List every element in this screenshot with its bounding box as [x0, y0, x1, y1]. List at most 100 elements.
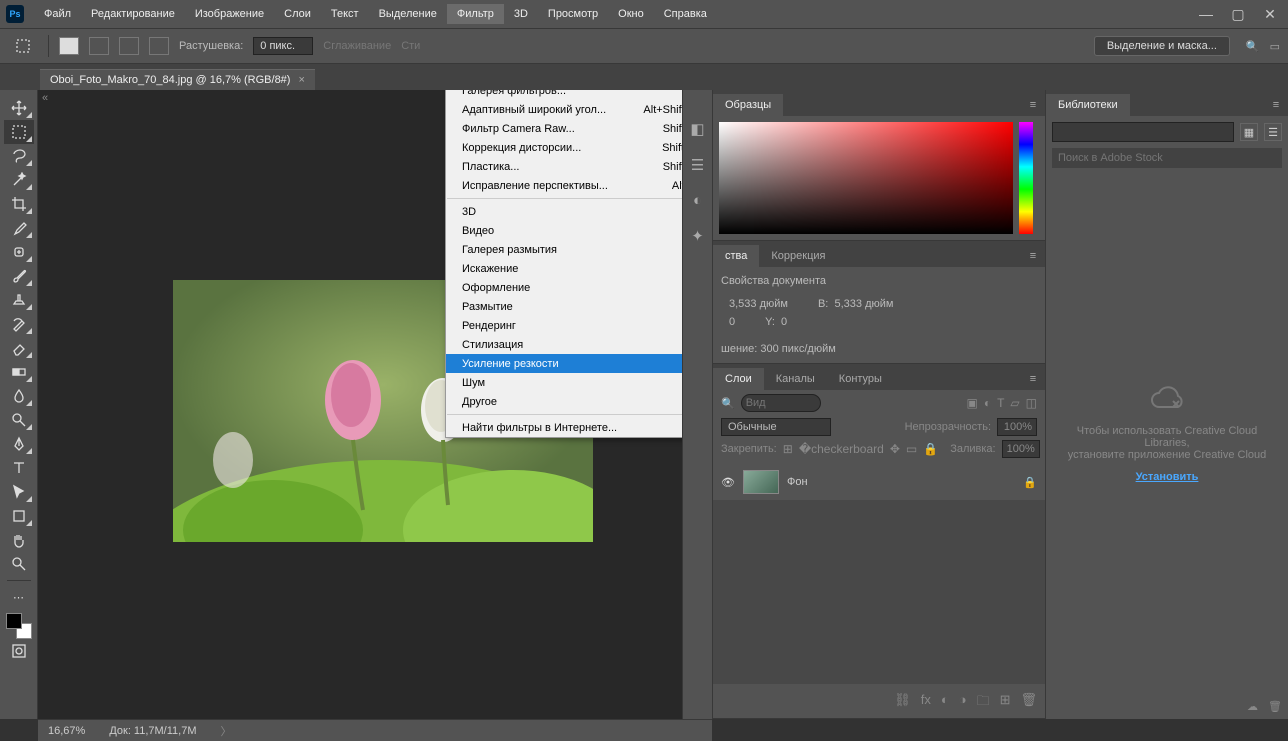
- library-select[interactable]: [1052, 122, 1234, 142]
- panel-menu-icon[interactable]: ≡: [1021, 368, 1045, 390]
- lock-icon[interactable]: 🔒: [923, 442, 938, 456]
- menu-слои[interactable]: Слои: [274, 4, 321, 24]
- collapsed-icon[interactable]: ◐: [693, 192, 702, 209]
- document-tab[interactable]: Oboi_Foto_Makro_70_84.jpg @ 16,7% (RGB/8…: [40, 69, 315, 90]
- filter-item[interactable]: Оформление▶: [446, 278, 682, 297]
- maximize-button[interactable]: ▢: [1226, 6, 1250, 23]
- collapsed-icon[interactable]: ✦: [691, 227, 704, 245]
- fill-input[interactable]: 100%: [1002, 440, 1040, 458]
- zoom-level[interactable]: 16,67%: [48, 725, 85, 737]
- selection-new-icon[interactable]: [59, 37, 79, 55]
- new-layer-icon[interactable]: ⊞: [1000, 692, 1011, 714]
- swatches-tab[interactable]: Образцы: [713, 94, 783, 116]
- feather-input[interactable]: [253, 37, 313, 55]
- adjustments-tab[interactable]: Коррекция: [759, 245, 837, 267]
- filter-item[interactable]: Размытие▶: [446, 297, 682, 316]
- filter-item[interactable]: Другое▶: [446, 392, 682, 411]
- cloud-sync-icon[interactable]: ☁: [1247, 700, 1258, 713]
- blur-tool[interactable]: [4, 384, 34, 408]
- lock-position-icon[interactable]: ✥: [890, 442, 900, 456]
- filter-item[interactable]: Адаптивный широкий угол...Alt+Shift+Ctrl…: [446, 100, 682, 119]
- panel-menu-icon[interactable]: ≡: [1021, 94, 1045, 116]
- lock-pixels-icon[interactable]: �checkerboard: [799, 442, 884, 456]
- filter-item[interactable]: Фильтр Camera Raw...Shift+Ctrl+A: [446, 119, 682, 138]
- menu-фильтр[interactable]: Фильтр: [447, 4, 504, 24]
- mask-icon[interactable]: ◐: [941, 692, 949, 714]
- filter-item[interactable]: Искажение▶: [446, 259, 682, 278]
- channels-tab[interactable]: Каналы: [764, 368, 827, 390]
- visibility-icon[interactable]: 👁: [721, 476, 735, 489]
- adjustment-icon[interactable]: ◑: [959, 692, 967, 714]
- trash-icon[interactable]: 🗑: [1268, 700, 1282, 713]
- layer-thumbnail[interactable]: [743, 470, 779, 494]
- blend-mode-select[interactable]: Обычные: [721, 418, 831, 436]
- select-and-mask-button[interactable]: Выделение и маска...: [1094, 36, 1230, 56]
- collapsed-icon[interactable]: ☰: [691, 156, 704, 174]
- layer-row[interactable]: 👁 Фон 🔒: [713, 464, 1045, 500]
- layer-filter-input[interactable]: [741, 394, 821, 412]
- filter-item[interactable]: Исправление перспективы...Alt+Ctrl+V: [446, 176, 682, 195]
- dodge-tool[interactable]: [4, 408, 34, 432]
- filter-adjust-icon[interactable]: ◐: [984, 396, 991, 410]
- filter-item[interactable]: Шум▶: [446, 373, 682, 392]
- close-icon[interactable]: ×: [298, 74, 304, 86]
- menu-текст[interactable]: Текст: [321, 4, 369, 24]
- crop-tool[interactable]: [4, 192, 34, 216]
- lasso-tool[interactable]: [4, 144, 34, 168]
- hand-tool[interactable]: [4, 528, 34, 552]
- healing-tool[interactable]: [4, 240, 34, 264]
- selection-add-icon[interactable]: [89, 37, 109, 55]
- magic-wand-tool[interactable]: [4, 168, 34, 192]
- filter-smart-icon[interactable]: ◫: [1026, 396, 1037, 410]
- menu-изображение[interactable]: Изображение: [185, 4, 274, 24]
- filter-image-icon[interactable]: ▣: [966, 396, 977, 410]
- filter-shape-icon[interactable]: ▱: [1010, 396, 1019, 410]
- filter-item[interactable]: Видео▶: [446, 221, 682, 240]
- grid-view-icon[interactable]: ▦: [1240, 123, 1258, 141]
- filter-item[interactable]: Коррекция дисторсии...Shift+Ctrl+R: [446, 138, 682, 157]
- group-icon[interactable]: 🗀: [977, 692, 990, 714]
- type-tool[interactable]: [4, 456, 34, 480]
- color-picker[interactable]: [719, 122, 1013, 234]
- menu-файл[interactable]: Файл: [34, 4, 81, 24]
- hue-slider[interactable]: [1019, 122, 1033, 234]
- filter-item[interactable]: Усиление резкости▶: [446, 354, 682, 373]
- layers-tab[interactable]: Слои: [713, 368, 764, 390]
- edit-toolbar[interactable]: ⋯: [4, 585, 34, 609]
- filter-item[interactable]: Галерея размытия▶: [446, 240, 682, 259]
- marquee-tool[interactable]: [4, 120, 34, 144]
- eyedropper-tool[interactable]: [4, 216, 34, 240]
- delete-layer-icon[interactable]: 🗑: [1020, 692, 1037, 714]
- close-button[interactable]: ✕: [1258, 6, 1282, 23]
- filter-item[interactable]: Стилизация▶: [446, 335, 682, 354]
- filter-item[interactable]: Найти фильтры в Интернете...: [446, 418, 682, 437]
- install-link[interactable]: Установить: [1136, 471, 1199, 483]
- menu-редактирование[interactable]: Редактирование: [81, 4, 185, 24]
- filter-item[interactable]: Рендеринг▶: [446, 316, 682, 335]
- lock-all-icon[interactable]: ⊞: [783, 442, 793, 456]
- selection-intersect-icon[interactable]: [149, 37, 169, 55]
- brush-tool[interactable]: [4, 264, 34, 288]
- list-view-icon[interactable]: ☰: [1264, 123, 1282, 141]
- workspace-icon[interactable]: ▭: [1270, 40, 1280, 53]
- clone-stamp-tool[interactable]: [4, 288, 34, 312]
- path-select-tool[interactable]: [4, 480, 34, 504]
- lock-artboard-icon[interactable]: ▭: [906, 442, 917, 456]
- collapsed-icon[interactable]: ◧: [690, 120, 704, 138]
- canvas-area[interactable]: « Последний фильтрAlt+Ctrl+FПреобразоват…: [38, 90, 682, 719]
- pen-tool[interactable]: [4, 432, 34, 456]
- paths-tab[interactable]: Контуры: [827, 368, 894, 390]
- menu-просмотр[interactable]: Просмотр: [538, 4, 608, 24]
- selection-subtract-icon[interactable]: [119, 37, 139, 55]
- gradient-tool[interactable]: [4, 360, 34, 384]
- filter-type-icon[interactable]: T: [997, 396, 1004, 410]
- menu-3d[interactable]: 3D: [504, 4, 538, 24]
- link-layers-icon[interactable]: ⛓: [894, 692, 911, 714]
- filter-item[interactable]: 3D▶: [446, 202, 682, 221]
- opacity-input[interactable]: 100%: [997, 418, 1037, 436]
- eraser-tool[interactable]: [4, 336, 34, 360]
- panel-menu-icon[interactable]: ≡: [1021, 245, 1045, 267]
- panel-menu-icon[interactable]: ≡: [1264, 94, 1288, 116]
- properties-tab[interactable]: ства: [713, 245, 759, 267]
- minimize-button[interactable]: —: [1194, 6, 1218, 23]
